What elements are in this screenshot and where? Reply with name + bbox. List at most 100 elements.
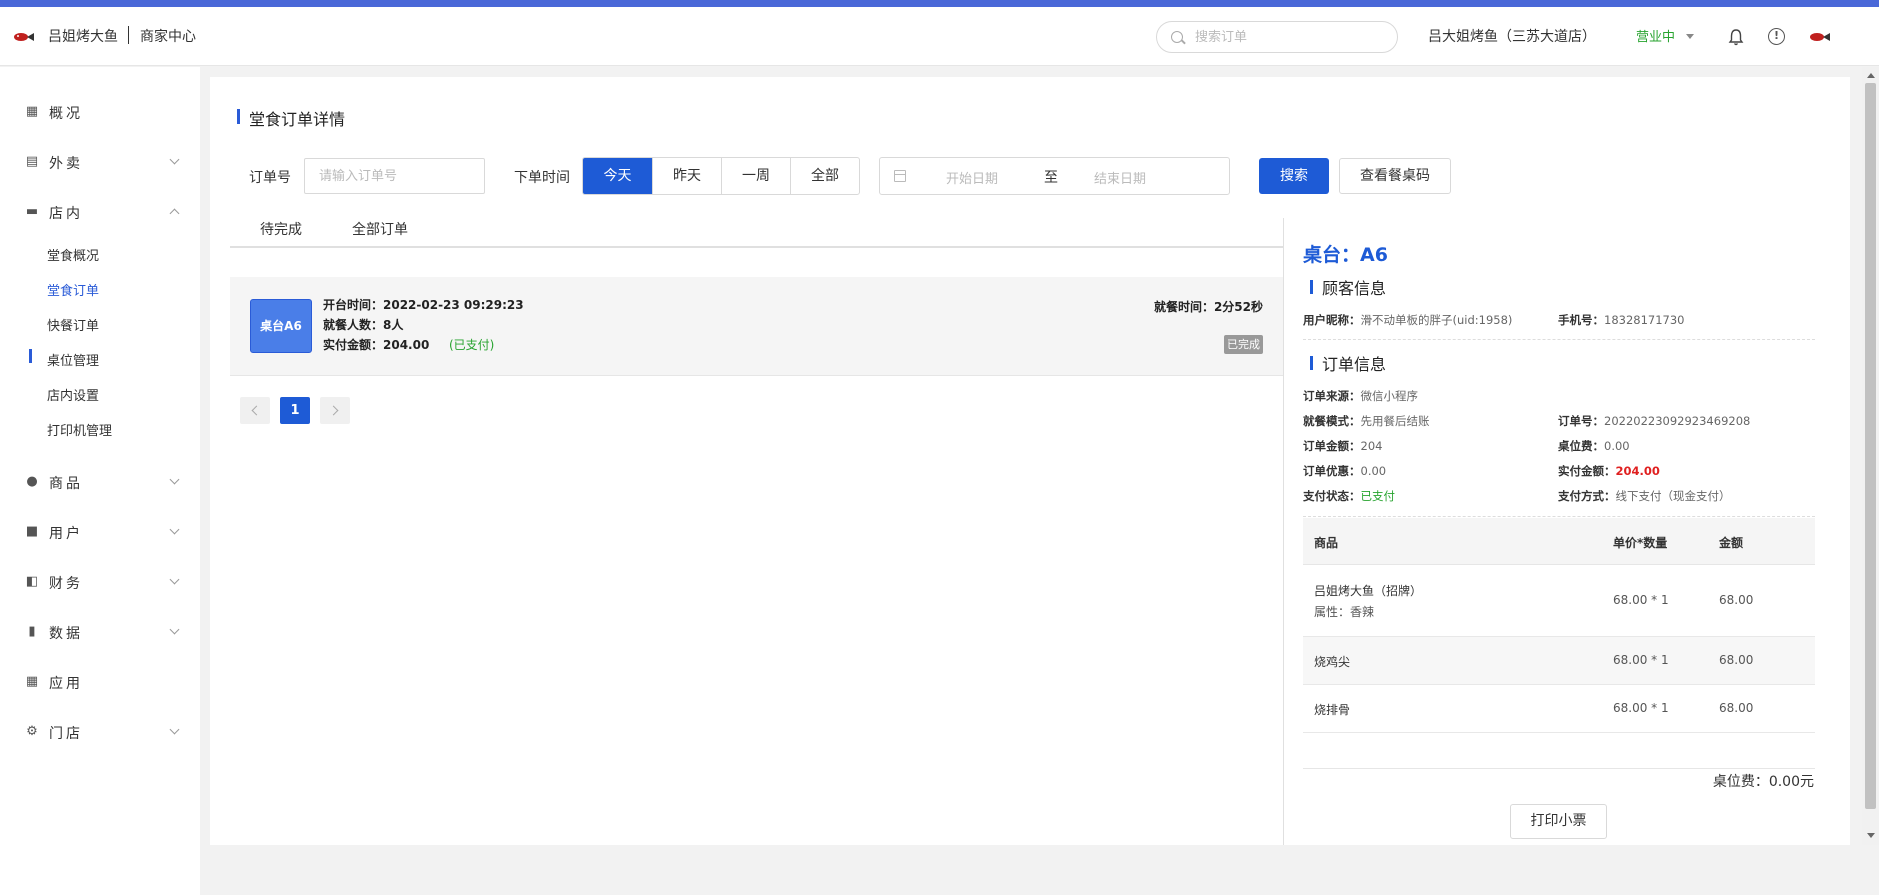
chart-icon: ▮ bbox=[28, 624, 36, 639]
next-page-button[interactable] bbox=[320, 397, 350, 424]
section-accent bbox=[1310, 280, 1313, 294]
sidebar-sub-dine-orders[interactable]: 堂食订单 bbox=[47, 280, 99, 299]
goods-price-qty: 68.00 * 1 bbox=[1613, 653, 1669, 667]
active-indicator bbox=[29, 349, 32, 363]
order-no-label: 订单号 bbox=[249, 170, 291, 186]
page-title: 堂食订单详情 bbox=[249, 110, 346, 129]
goods-icon: ● bbox=[26, 474, 38, 489]
sidebar-item-takeout[interactable]: ▤ 外卖 bbox=[0, 142, 200, 182]
sidebar-item-dine-in[interactable]: ▬ 店内 bbox=[0, 192, 200, 232]
brand-subtitle: 商家中心 bbox=[140, 29, 196, 45]
order-no-field[interactable] bbox=[304, 158, 485, 194]
phone-field: 手机号：18328171730 bbox=[1558, 313, 1685, 327]
divider bbox=[1303, 339, 1815, 340]
view-table-qr-button[interactable]: 查看餐桌码 bbox=[1339, 158, 1451, 194]
goods-name: 烧排骨 bbox=[1314, 703, 1351, 717]
status-badge: 已完成 bbox=[1224, 335, 1263, 354]
time-option-all[interactable]: 全部 bbox=[790, 158, 859, 194]
order-card[interactable]: 桌台A6 开台时间：2022-02-23 09:29:23 就餐人数：8人 实付… bbox=[230, 277, 1283, 376]
sidebar-item-users[interactable]: ■ 用户 bbox=[0, 512, 200, 552]
sidebar-item-label: 店内 bbox=[49, 206, 83, 222]
gear-icon: ⚙ bbox=[26, 724, 38, 739]
start-date-input[interactable]: 开始日期 bbox=[946, 168, 998, 187]
table-row: 烧鸡尖 68.00 * 1 68.00 bbox=[1303, 637, 1815, 685]
scroll-thumb[interactable] bbox=[1865, 83, 1876, 809]
customer-info-title: 顾客信息 bbox=[1322, 279, 1387, 298]
search-button[interactable]: 搜索 bbox=[1259, 158, 1329, 194]
sidebar-item-finance[interactable]: ◧ 财务 bbox=[0, 562, 200, 602]
sidebar-item-label: 门店 bbox=[49, 726, 83, 742]
calendar-icon bbox=[894, 170, 906, 182]
sidebar-item-overview[interactable]: ▦ 概况 bbox=[0, 92, 200, 132]
page-scrollbar[interactable] bbox=[1862, 67, 1879, 845]
open-time: 开台时间：2022-02-23 09:29:23 bbox=[323, 298, 524, 312]
info-icon[interactable]: ! bbox=[1768, 28, 1785, 45]
business-status-dropdown[interactable]: 营业中 bbox=[1636, 26, 1675, 45]
logo-icon bbox=[14, 33, 34, 41]
sidebar-sub-store-settings[interactable]: 店内设置 bbox=[47, 385, 99, 404]
end-date-input[interactable]: 结束日期 bbox=[1094, 168, 1146, 187]
sidebar-item-apps[interactable]: ▦ 应用 bbox=[0, 662, 200, 702]
chevron-down-icon bbox=[169, 624, 180, 635]
sidebar-sub-dine-overview[interactable]: 堂食概况 bbox=[47, 245, 99, 264]
brand-divider bbox=[128, 26, 129, 44]
discount-field: 订单优惠：0.00 bbox=[1303, 464, 1387, 478]
divider bbox=[1303, 516, 1815, 517]
order-search[interactable] bbox=[1156, 21, 1398, 53]
scroll-down-icon[interactable] bbox=[1867, 833, 1875, 838]
title-accent bbox=[237, 109, 240, 124]
order-amount-field: 订单金额：204 bbox=[1303, 439, 1383, 453]
chevron-up-icon bbox=[169, 208, 180, 219]
top-accent-bar bbox=[0, 0, 1879, 7]
avatar[interactable] bbox=[1808, 31, 1832, 43]
time-option-today[interactable]: 今天 bbox=[583, 158, 652, 194]
page-number-current[interactable]: 1 bbox=[280, 397, 310, 424]
goods-price-qty: 68.00 * 1 bbox=[1613, 593, 1669, 607]
order-tabs: 待完成 全部订单 bbox=[230, 211, 1283, 248]
date-range-separator: 至 bbox=[1044, 170, 1058, 186]
sidebar-item-data[interactable]: ▮ 数据 bbox=[0, 612, 200, 652]
store-name[interactable]: 吕大姐烤鱼（三苏大道店） bbox=[1428, 26, 1596, 46]
dining-mode-field: 就餐模式：先用餐后结账 bbox=[1303, 414, 1430, 428]
chevron-down-icon bbox=[169, 724, 180, 735]
sidebar-sub-printer-management[interactable]: 打印机管理 bbox=[47, 420, 112, 439]
divider bbox=[1303, 768, 1815, 769]
time-option-yesterday[interactable]: 昨天 bbox=[652, 158, 721, 194]
sidebar-sub-fast-orders[interactable]: 快餐订单 bbox=[47, 315, 99, 334]
order-time-label: 下单时间 bbox=[514, 170, 570, 186]
tab-all-orders[interactable]: 全部订单 bbox=[352, 219, 408, 239]
print-receipt-button[interactable]: 打印小票 bbox=[1510, 804, 1607, 839]
bell-icon[interactable] bbox=[1728, 28, 1744, 46]
brand-name[interactable]: 吕姐烤大鱼 bbox=[48, 26, 118, 46]
table-row: 吕姐烤大鱼（招牌） 属性：香辣 68.00 * 1 68.00 bbox=[1303, 565, 1815, 637]
column-header: 单价*数量 bbox=[1613, 536, 1668, 550]
goods-price-qty: 68.00 * 1 bbox=[1613, 701, 1669, 715]
paid-amount-field: 实付金额：204.00 bbox=[1558, 464, 1660, 478]
chevron-down-icon bbox=[169, 154, 180, 165]
goods-attr: 属性：香辣 bbox=[1314, 605, 1375, 619]
main-panel: 堂食订单详情 订单号 下单时间 今天 昨天 一周 全部 开始日期 至 结束日期 … bbox=[210, 77, 1850, 845]
paid-amount: 实付金额：204.00 bbox=[323, 338, 430, 352]
date-range-picker[interactable]: 开始日期 至 结束日期 bbox=[879, 157, 1230, 195]
search-input[interactable] bbox=[1195, 28, 1385, 46]
caret-down-icon[interactable] bbox=[1686, 34, 1694, 39]
sidebar-item-store[interactable]: ⚙ 门店 bbox=[0, 712, 200, 752]
sidebar-item-goods[interactable]: ● 商品 bbox=[0, 462, 200, 502]
table-row: 烧排骨 68.00 * 1 68.00 bbox=[1303, 685, 1815, 733]
order-detail-panel: 桌台：A6 顾客信息 用户昵称：滑不动单板的胖子(uid:1958) 手机号：1… bbox=[1283, 218, 1850, 845]
paid-state: (已支付) bbox=[449, 338, 495, 352]
time-option-week[interactable]: 一周 bbox=[721, 158, 790, 194]
wallet-icon: ◧ bbox=[25, 574, 39, 589]
prev-page-button[interactable] bbox=[240, 397, 270, 424]
sidebar: ▦ 概况 ▤ 外卖 ▬ 店内 堂食概况 堂食订单 快餐订单 桌位管理 店内设置 … bbox=[0, 67, 200, 895]
sidebar-sub-table-management[interactable]: 桌位管理 bbox=[47, 350, 99, 369]
dining-duration: 就餐时间：2分52秒 bbox=[1153, 300, 1263, 314]
goods-amount: 68.00 bbox=[1719, 653, 1754, 667]
sidebar-item-label: 商品 bbox=[49, 476, 83, 492]
nickname-field: 用户昵称：滑不动单板的胖子(uid:1958) bbox=[1303, 313, 1513, 327]
tab-pending[interactable]: 待完成 bbox=[260, 219, 302, 239]
scroll-up-icon[interactable] bbox=[1867, 73, 1875, 78]
sidebar-item-label: 财务 bbox=[49, 576, 83, 592]
order-no-input[interactable] bbox=[305, 159, 484, 193]
column-header: 商品 bbox=[1314, 536, 1339, 550]
